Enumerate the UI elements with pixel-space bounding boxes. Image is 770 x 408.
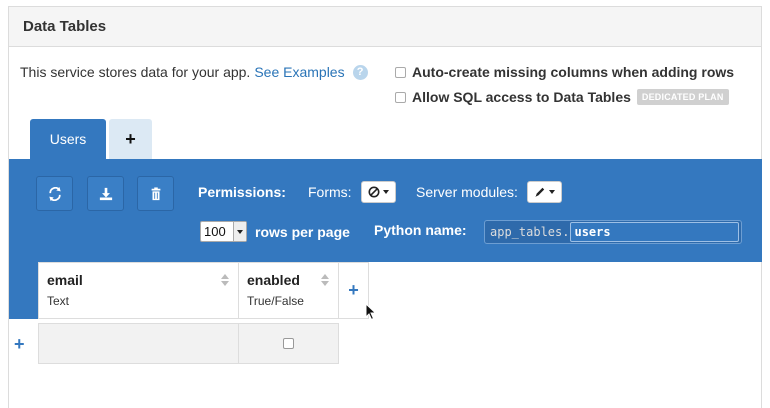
question-icon[interactable]: ? xyxy=(352,64,368,80)
auto-create-option[interactable]: Auto-create missing columns when adding … xyxy=(395,64,734,80)
no-access-icon xyxy=(368,186,380,198)
column-type: Text xyxy=(47,294,70,308)
tab-users[interactable]: Users xyxy=(30,119,106,159)
sort-icon[interactable] xyxy=(221,274,229,286)
rows-per-page-select[interactable]: 100 xyxy=(200,221,247,242)
chevron-down-icon xyxy=(383,190,389,194)
trash-icon xyxy=(151,186,160,200)
download-icon xyxy=(99,187,112,200)
intro-text: This service stores data for your app. S… xyxy=(20,64,368,80)
sort-icon[interactable] xyxy=(321,274,329,286)
intro-description: This service stores data for your app. xyxy=(20,64,251,80)
chevron-down-icon xyxy=(549,190,555,194)
panel-title: Data Tables xyxy=(23,18,107,35)
column-header-enabled[interactable]: enabled True/False xyxy=(238,262,339,319)
mouse-cursor-icon xyxy=(365,303,377,321)
refresh-button[interactable] xyxy=(36,176,73,211)
download-button[interactable] xyxy=(87,176,124,211)
python-name-prefix: app_tables. xyxy=(490,225,570,239)
add-table-tab[interactable]: + xyxy=(109,119,152,159)
server-modules-label: Server modules: xyxy=(416,184,518,200)
column-name: email xyxy=(47,272,83,288)
see-examples-link[interactable]: See Examples xyxy=(254,64,344,80)
python-name-input[interactable]: users xyxy=(570,222,739,242)
table-cell-email[interactable] xyxy=(38,323,239,364)
python-name-box: app_tables. users xyxy=(484,220,742,244)
column-type: True/False xyxy=(247,294,304,308)
column-name: enabled xyxy=(247,272,300,288)
add-row-button[interactable]: + xyxy=(14,334,25,355)
sql-access-option[interactable]: Allow SQL access to Data Tables DEDICATE… xyxy=(395,89,729,105)
dedicated-plan-badge: DEDICATED PLAN xyxy=(636,89,729,105)
server-modules-permission-dropdown[interactable] xyxy=(527,181,562,203)
permissions-label: Permissions: xyxy=(198,184,286,200)
rows-per-page-value: 100 xyxy=(204,224,226,239)
pencil-icon xyxy=(535,187,545,197)
table-cell-enabled[interactable] xyxy=(238,323,339,364)
enabled-checkbox[interactable] xyxy=(283,338,294,349)
select-arrow-icon xyxy=(233,222,246,241)
auto-create-label: Auto-create missing columns when adding … xyxy=(412,64,735,80)
refresh-icon xyxy=(48,186,61,201)
python-name-label: Python name: xyxy=(374,222,467,238)
forms-permission-dropdown[interactable] xyxy=(361,181,396,203)
sql-access-label: Allow SQL access to Data Tables xyxy=(412,89,631,105)
column-header-email[interactable]: email Text xyxy=(38,262,239,319)
delete-button[interactable] xyxy=(137,176,174,211)
rows-per-page-label: rows per page xyxy=(255,224,350,240)
panel-header: Data Tables xyxy=(9,7,761,47)
sql-access-checkbox[interactable] xyxy=(395,91,406,103)
table-toolbar: Permissions: Forms: Server modules: 100 … xyxy=(9,159,762,262)
table-left-strip xyxy=(9,262,38,319)
forms-label: Forms: xyxy=(308,184,352,200)
auto-create-checkbox[interactable] xyxy=(395,66,406,78)
